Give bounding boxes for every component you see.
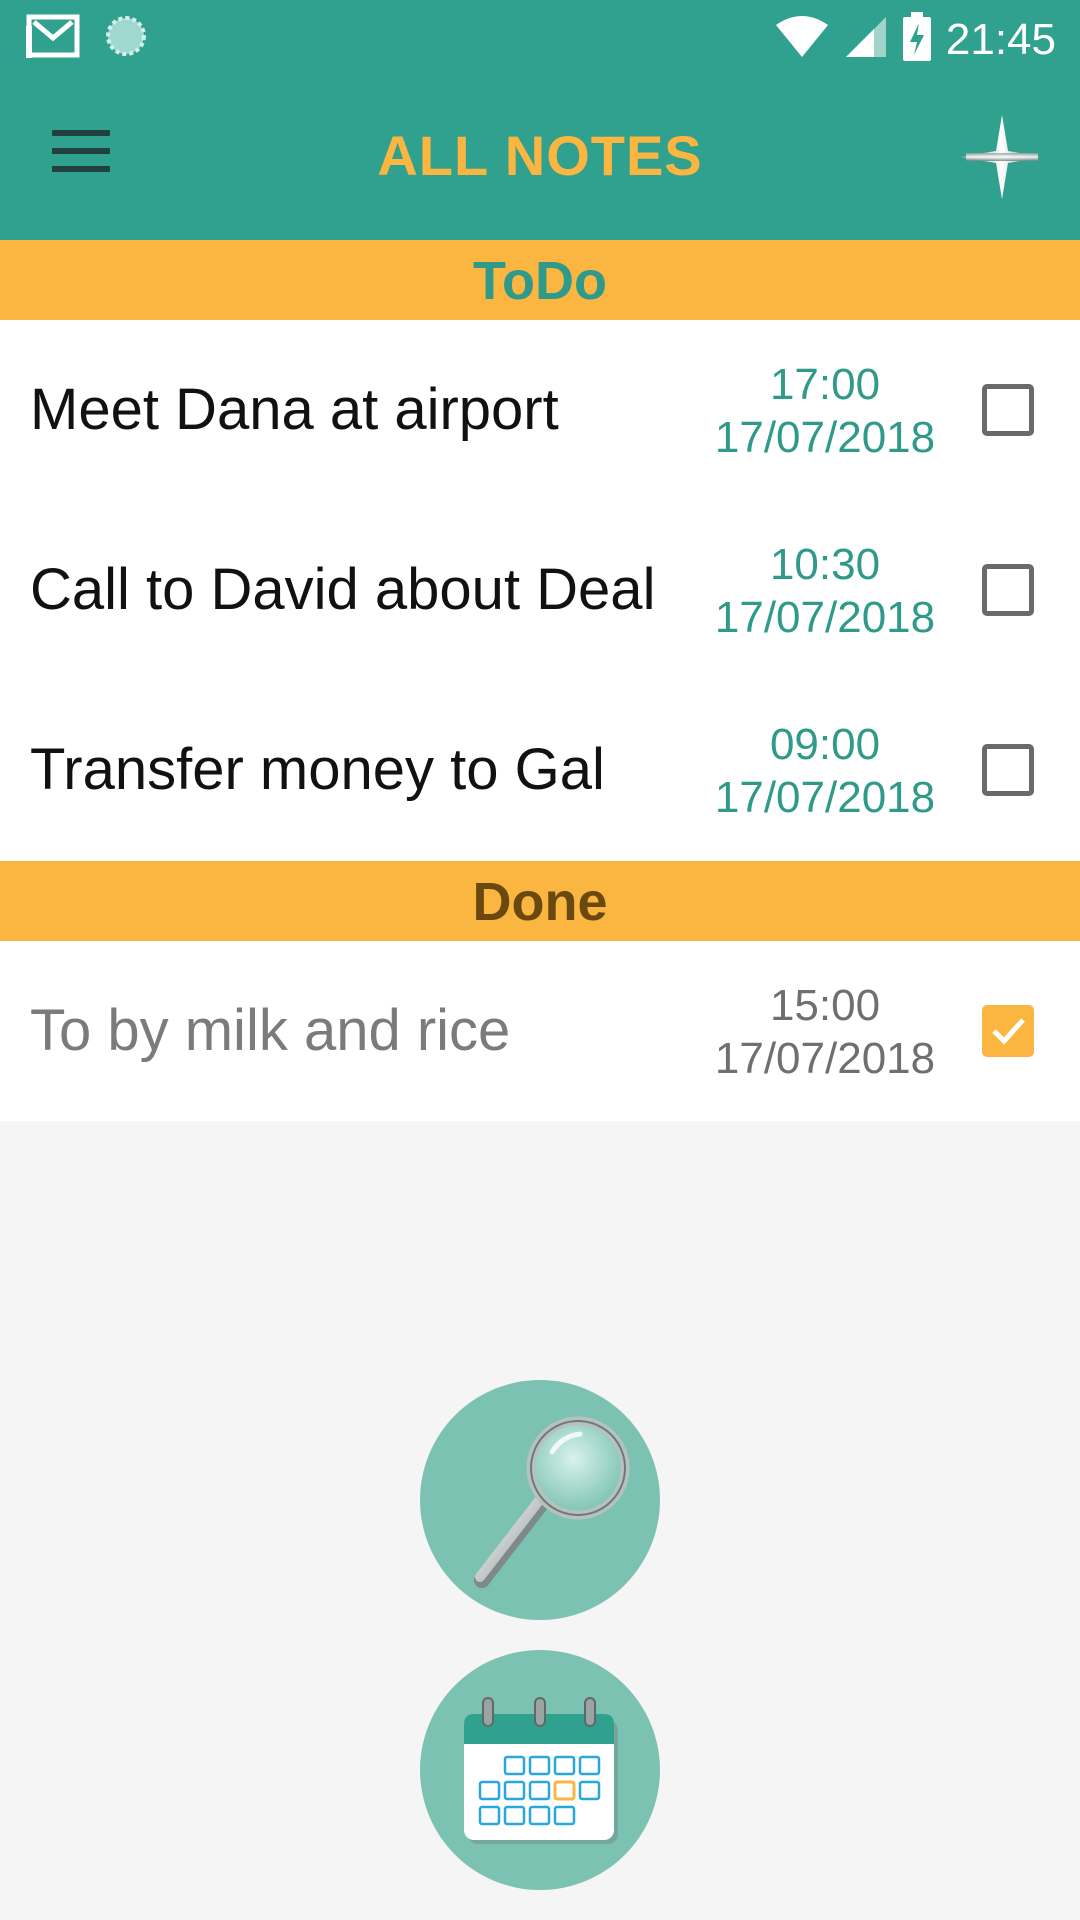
search-button[interactable] <box>420 1380 660 1620</box>
note-title: Call to David about Deal <box>30 557 656 622</box>
list-item[interactable]: Call to David about Deal 10:30 17/07/201… <box>0 500 1080 680</box>
note-date: 17/07/2018 <box>714 413 936 462</box>
note-date: 17/07/2018 <box>714 1034 936 1083</box>
page-title: ALL NOTES <box>377 124 703 187</box>
note-title: To by milk and rice <box>30 998 511 1063</box>
todo-list: Meet Dana at airport 17:00 17/07/2018 Ca… <box>0 320 1080 861</box>
sync-icon <box>104 14 148 63</box>
note-time: 15:00 <box>769 981 881 1030</box>
signal-icon <box>844 15 888 64</box>
note-datetime: 09:00 17/07/2018 <box>690 718 960 824</box>
checkmark-icon <box>992 1018 1025 1045</box>
note-title: Transfer money to Gal <box>30 737 605 802</box>
plus-icon <box>960 115 1044 199</box>
calendar-icon <box>464 1697 618 1844</box>
list-item[interactable]: Transfer money to Gal 09:00 17/07/2018 <box>0 680 1080 860</box>
note-time: 17:00 <box>769 360 881 409</box>
note-title: Meet Dana at airport <box>30 377 559 442</box>
note-date: 17/07/2018 <box>714 593 936 642</box>
note-checkbox[interactable] <box>982 384 1034 436</box>
note-checkbox-checked[interactable] <box>982 1005 1034 1057</box>
note-date: 17/07/2018 <box>714 773 936 822</box>
gmail-icon <box>26 14 80 63</box>
magnifier-icon <box>474 1416 630 1588</box>
done-section-header: Done <box>0 861 1080 941</box>
app-bar: ALL NOTES <box>0 75 1080 240</box>
note-time: 10:30 <box>769 540 881 589</box>
battery-charging-icon <box>902 12 932 67</box>
list-item[interactable]: Meet Dana at airport 17:00 17/07/2018 <box>0 320 1080 500</box>
note-datetime: 17:00 17/07/2018 <box>690 358 960 464</box>
status-left <box>26 14 148 63</box>
note-checkbox[interactable] <box>982 564 1034 616</box>
note-checkbox[interactable] <box>982 744 1034 796</box>
add-note-button[interactable] <box>960 115 1044 199</box>
calendar-button[interactable] <box>420 1650 660 1890</box>
todo-section-header: ToDo <box>0 240 1080 320</box>
note-datetime: 10:30 17/07/2018 <box>690 538 960 644</box>
status-right: 21:45 <box>774 12 1056 67</box>
wifi-icon <box>774 15 830 64</box>
status-bar: 21:45 <box>0 0 1080 75</box>
status-clock: 21:45 <box>945 14 1056 64</box>
done-list: To by milk and rice 15:00 17/07/2018 <box>0 941 1080 1121</box>
note-datetime: 15:00 17/07/2018 <box>690 979 960 1085</box>
list-item[interactable]: To by milk and rice 15:00 17/07/2018 <box>0 941 1080 1121</box>
note-time: 09:00 <box>769 720 881 769</box>
